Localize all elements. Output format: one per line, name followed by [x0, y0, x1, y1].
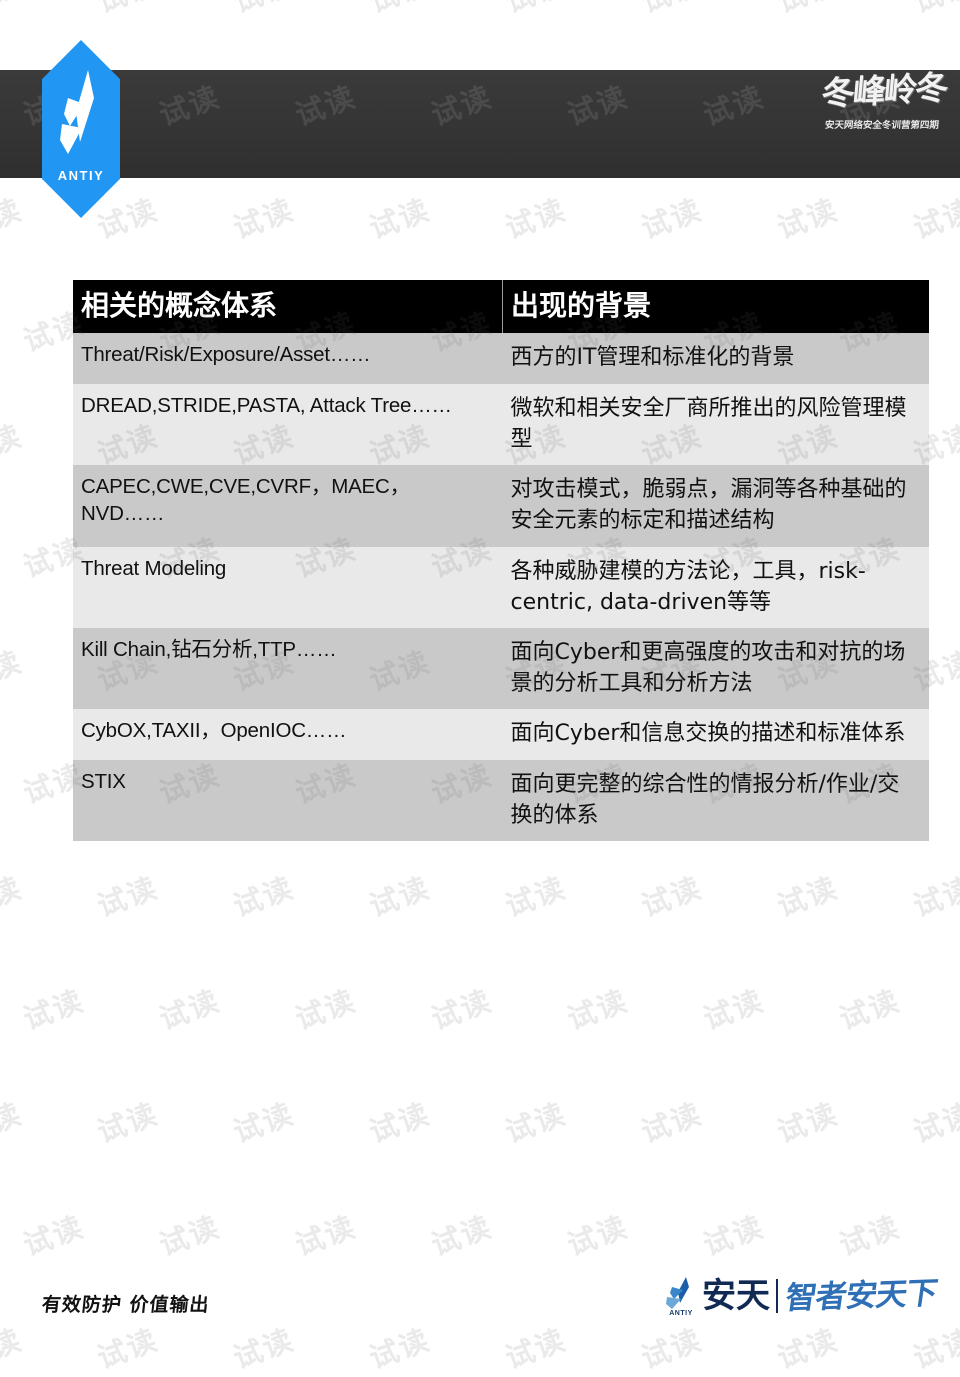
watermark-text: 试读 [772, 192, 843, 246]
watermark-text: 试读 [18, 1209, 89, 1263]
watermark-text: 试读 [0, 192, 27, 246]
cell-concept: CAPEC,CWE,CVE,CVRF，MAEC，NVD…… [73, 465, 503, 547]
event-calligraphy-mark: 冬峰岭冬 安天网络安全冬训营第四期 [819, 67, 949, 174]
table-row: Threat/Risk/Exposure/Asset…… 西方的IT管理和标准化… [73, 333, 929, 384]
watermark-text: 试读 [907, 0, 960, 21]
table-row: STIX 面向更完整的综合性的情报分析/作业/交换的体系 [73, 759, 929, 842]
watermark-text: 试读 [227, 0, 300, 21]
watermark-text: 试读 [0, 418, 27, 472]
watermark-text: 试读 [834, 983, 905, 1037]
watermark-text: 试读 [154, 983, 225, 1037]
watermark-text: 试读 [228, 1096, 299, 1150]
watermark-text: 试读 [636, 192, 707, 246]
watermark-text: 试读 [92, 1096, 163, 1150]
watermark-text: 试读 [834, 1209, 905, 1263]
watermark-text: 试读 [18, 983, 89, 1037]
watermark-text: 试读 [562, 983, 633, 1037]
watermark-text: 试读 [91, 0, 164, 21]
watermark-text: 试读 [500, 1322, 571, 1376]
footer-brand-tagline: 智者安天下 [783, 1274, 940, 1317]
watermark-text: 试读 [0, 1322, 27, 1376]
watermark-text: 试读 [636, 1096, 707, 1150]
watermark-text: 试读 [500, 192, 571, 246]
table-body: Threat/Risk/Exposure/Asset…… 西方的IT管理和标准化… [73, 333, 929, 842]
watermark-text: 试读 [426, 1209, 497, 1263]
concept-systems-table: 相关的概念体系 出现的背景 Threat/Risk/Exposure/Asset… [73, 280, 929, 842]
watermark-text: 试读 [562, 1209, 633, 1263]
cell-concept: Kill Chain,钻石分析,TTP…… [73, 628, 503, 710]
watermark-text: 试读 [499, 0, 572, 21]
footer-slogan: 有效防护 价值输出 [40, 1294, 211, 1316]
antiy-footer-mark-text: ANTIY [669, 1310, 693, 1317]
cell-concept: CybOX,TAXII，OpenIOC…… [73, 709, 503, 760]
antiy-brand-logo: ANTIY [42, 40, 120, 218]
column-header-concept: 相关的概念体系 [73, 280, 503, 334]
watermark-text: 试读 [771, 0, 844, 21]
footer-brand-name: 安天 [702, 1276, 770, 1316]
footer-brand-divider [776, 1279, 778, 1313]
header-bar-shade [0, 70, 960, 178]
cell-background: 西方的IT管理和标准化的背景 [502, 333, 929, 384]
header-bar [0, 70, 960, 178]
watermark-text: 试读 [636, 1322, 707, 1376]
cell-background: 微软和相关安全厂商所推出的风险管理模型 [502, 383, 929, 466]
cell-background: 对攻击模式，脆弱点，漏洞等各种基础的安全元素的标定和描述结构 [502, 465, 929, 547]
cell-concept: DREAD,STRIDE,PASTA, Attack Tree…… [73, 383, 503, 466]
watermark-text: 试读 [290, 1209, 361, 1263]
watermark-text: 试读 [500, 870, 571, 924]
watermark-text: 试读 [698, 1209, 769, 1263]
watermark-text: 试读 [0, 0, 27, 21]
cell-background: 各种威胁建模的方法论，工具，risk-centric, data-driven等… [502, 546, 929, 628]
watermark-text: 试读 [636, 870, 707, 924]
table-header-row: 相关的概念体系 出现的背景 [73, 280, 929, 334]
watermark-text: 试读 [364, 870, 435, 924]
watermark-text: 试读 [228, 1322, 299, 1376]
cell-background: 面向更完整的综合性的情报分析/作业/交换的体系 [502, 759, 929, 842]
footer-brand-lockup: ANTIY 安天 智者安天下 [664, 1268, 940, 1324]
cell-concept: Threat Modeling [73, 546, 503, 628]
watermark-text: 试读 [772, 870, 843, 924]
calligraphy-title: 冬峰岭冬 [819, 67, 949, 114]
watermark-text: 试读 [154, 1209, 225, 1263]
watermark-text: 试读 [500, 1096, 571, 1150]
watermark-text: 试读 [908, 1096, 960, 1150]
antiy-footer-mark-icon: ANTIY [664, 1276, 698, 1317]
table-row: Threat Modeling 各种威胁建模的方法论，工具，risk-centr… [73, 546, 929, 628]
antiy-feather-icon [60, 70, 94, 154]
table-head: 相关的概念体系 出现的背景 [73, 280, 929, 334]
table-row: DREAD,STRIDE,PASTA, Attack Tree…… 微软和相关安… [73, 383, 929, 466]
table-row: CAPEC,CWE,CVE,CVRF，MAEC，NVD…… 对攻击模式，脆弱点，… [73, 465, 929, 547]
cell-concept: Threat/Risk/Exposure/Asset…… [73, 333, 503, 384]
watermark-text: 试读 [228, 192, 299, 246]
watermark-text: 试读 [908, 870, 960, 924]
watermark-text: 试读 [0, 1096, 27, 1150]
calligraphy-subtitle: 安天网络安全冬训营第四期 [824, 120, 940, 131]
table-row: Kill Chain,钻石分析,TTP…… 面向Cyber和更高强度的攻击和对抗… [73, 628, 929, 710]
antiy-logo-text: ANTIY [57, 168, 105, 183]
watermark-text: 试读 [426, 983, 497, 1037]
watermark-text: 试读 [364, 1322, 435, 1376]
watermark-text: 试读 [364, 1096, 435, 1150]
watermark-text: 试读 [635, 0, 708, 21]
watermark-text: 试读 [772, 1322, 843, 1376]
cell-background: 面向Cyber和更高强度的攻击和对抗的场景的分析工具和分析方法 [502, 628, 929, 710]
watermark-text: 试读 [772, 1096, 843, 1150]
watermark-text: 试读 [363, 0, 436, 21]
cell-concept: STIX [73, 759, 503, 842]
table-row: CybOX,TAXII，OpenIOC…… 面向Cyber和信息交换的描述和标准… [73, 709, 929, 760]
watermark-text: 试读 [228, 870, 299, 924]
watermark-text: 试读 [0, 644, 27, 698]
watermark-text: 试读 [92, 870, 163, 924]
watermark-text: 试读 [0, 870, 27, 924]
cell-background: 面向Cyber和信息交换的描述和标准体系 [502, 709, 929, 760]
watermark-text: 试读 [92, 1322, 163, 1376]
watermark-text: 试读 [698, 983, 769, 1037]
watermark-text: 试读 [364, 192, 435, 246]
watermark-text: 试读 [908, 192, 960, 246]
watermark-text: 试读 [908, 1322, 960, 1376]
watermark-text: 试读 [290, 983, 361, 1037]
column-header-background: 出现的背景 [502, 280, 929, 334]
